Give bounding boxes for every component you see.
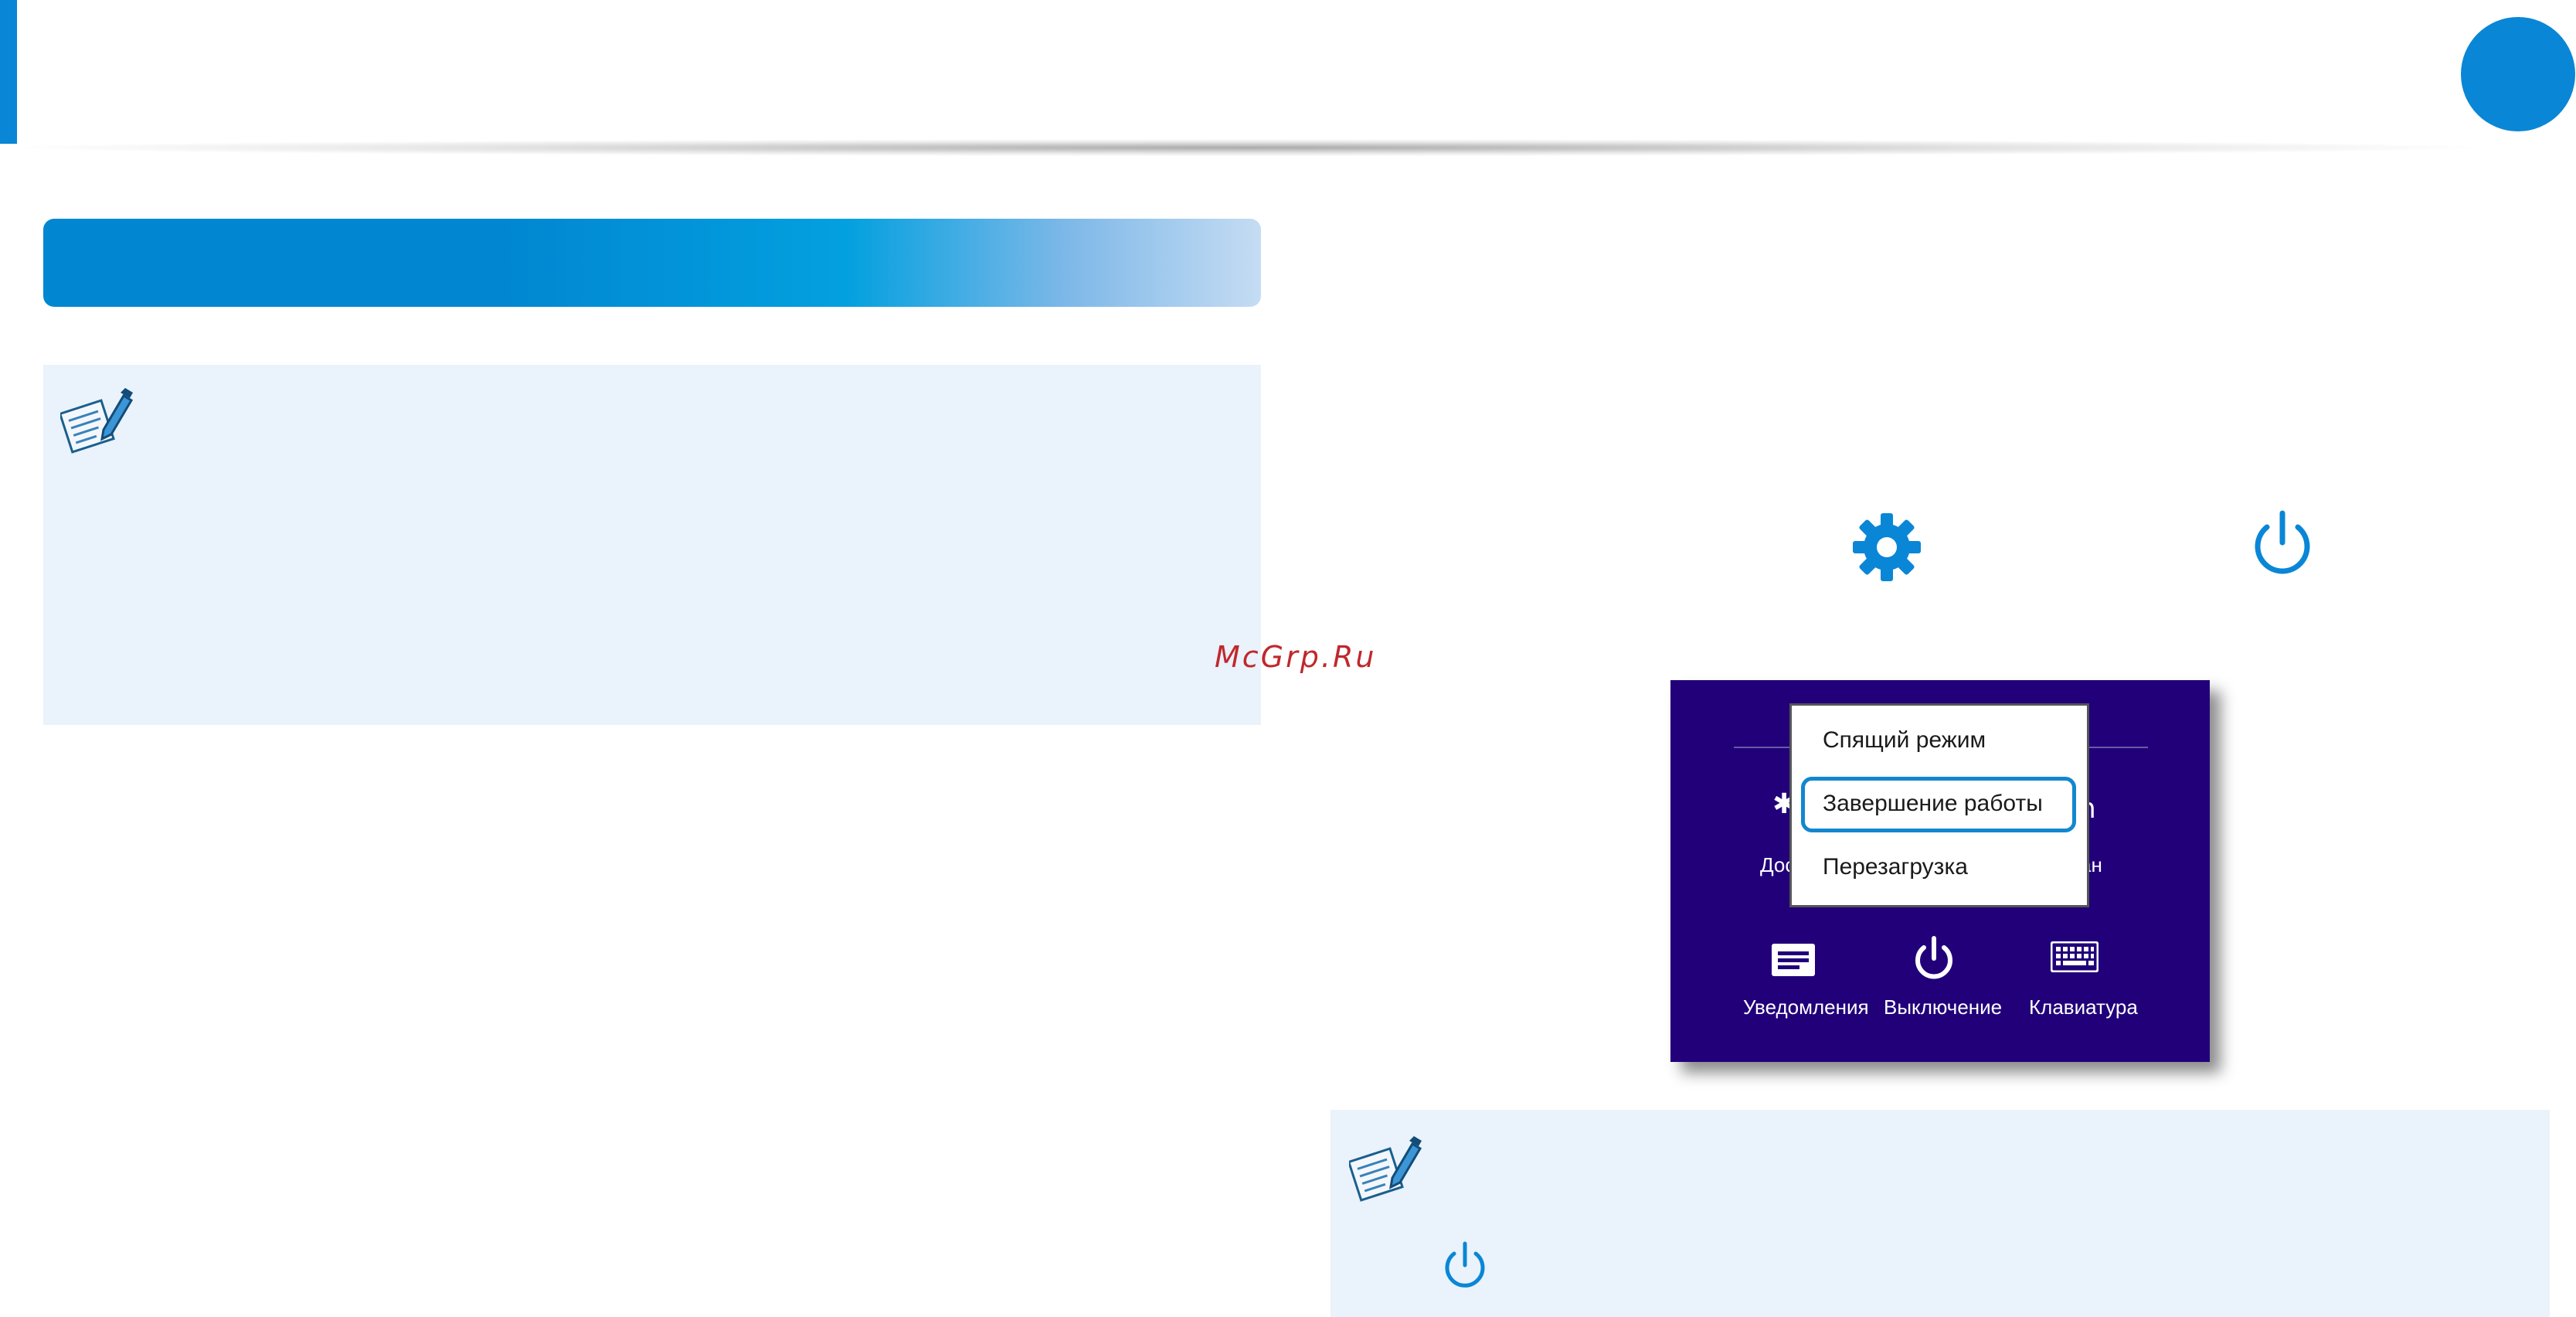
notifications-tile-label[interactable]: Уведомления: [1743, 995, 1869, 1019]
note-pencil-icon: [60, 388, 134, 454]
section-title-bar: [43, 219, 1261, 307]
menu-item-restart[interactable]: Перезагрузка: [1823, 854, 1968, 880]
watermark: McGrp.Ru: [1215, 640, 1377, 674]
keyboard-tile-label[interactable]: Клавиатура: [2029, 995, 2138, 1019]
notifications-icon[interactable]: [1771, 943, 1816, 977]
power-icon[interactable]: [1910, 935, 1958, 983]
shutdown-tile-label[interactable]: Выключение: [1884, 995, 2002, 1019]
gear-icon: [1853, 513, 1921, 581]
note-box: [1330, 1110, 2550, 1317]
keyboard-icon[interactable]: [2051, 941, 2099, 972]
header-divider-shadow: [23, 139, 2472, 156]
header-accent-bar: [0, 0, 17, 144]
note-box: [43, 365, 1261, 725]
menu-item-sleep[interactable]: Спящий режим: [1823, 727, 1986, 754]
chapter-badge: [2461, 17, 2575, 131]
power-icon: [2255, 510, 2310, 574]
note-pencil-icon: [1349, 1136, 1422, 1202]
power-menu: Спящий режим Завершение работы Перезагру…: [1789, 703, 2089, 907]
menu-item-shutdown[interactable]: Завершение работы: [1823, 791, 2043, 817]
settings-panel: ✱ Дос n ан Уведомления Выключение Клавиа…: [1670, 680, 2210, 1062]
power-icon: [1445, 1241, 1485, 1288]
